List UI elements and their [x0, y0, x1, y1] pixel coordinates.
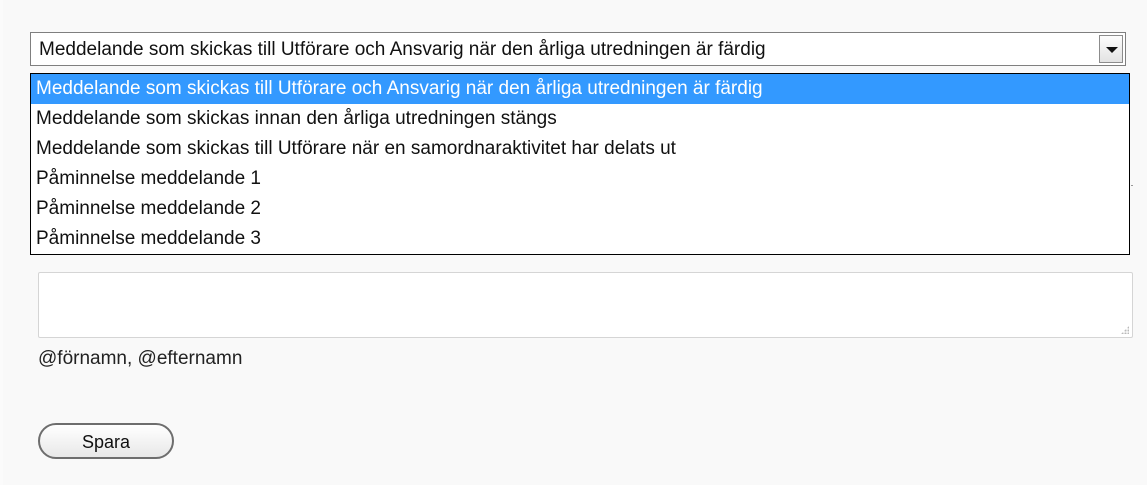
save-button[interactable]: Spara — [38, 423, 174, 459]
dropdown-option[interactable]: Meddelande som skickas innan den årliga … — [31, 104, 1129, 134]
underlying-field-edge — [1131, 185, 1133, 186]
resize-grip-icon[interactable] — [1121, 326, 1129, 334]
chevron-down-icon[interactable] — [1099, 35, 1123, 63]
dropdown-option[interactable]: Meddelande som skickas till Utförare när… — [31, 134, 1129, 164]
message-type-selected-value: Meddelande som skickas till Utförare och… — [39, 39, 766, 60]
dropdown-option[interactable]: Påminnelse meddelande 1 — [31, 164, 1129, 194]
dropdown-option[interactable]: Meddelande som skickas till Utförare och… — [31, 74, 1129, 104]
dropdown-option[interactable]: Påminnelse meddelande 3 — [31, 224, 1129, 254]
variables-hint: @förnamn, @efternamn — [38, 348, 243, 369]
message-body-textarea[interactable] — [38, 272, 1133, 338]
dropdown-option[interactable]: Påminnelse meddelande 2 — [31, 194, 1129, 224]
message-type-select[interactable]: Meddelande som skickas till Utförare och… — [30, 32, 1126, 66]
message-type-dropdown-list: Meddelande som skickas till Utförare och… — [30, 73, 1130, 255]
page-edge — [0, 0, 3, 485]
